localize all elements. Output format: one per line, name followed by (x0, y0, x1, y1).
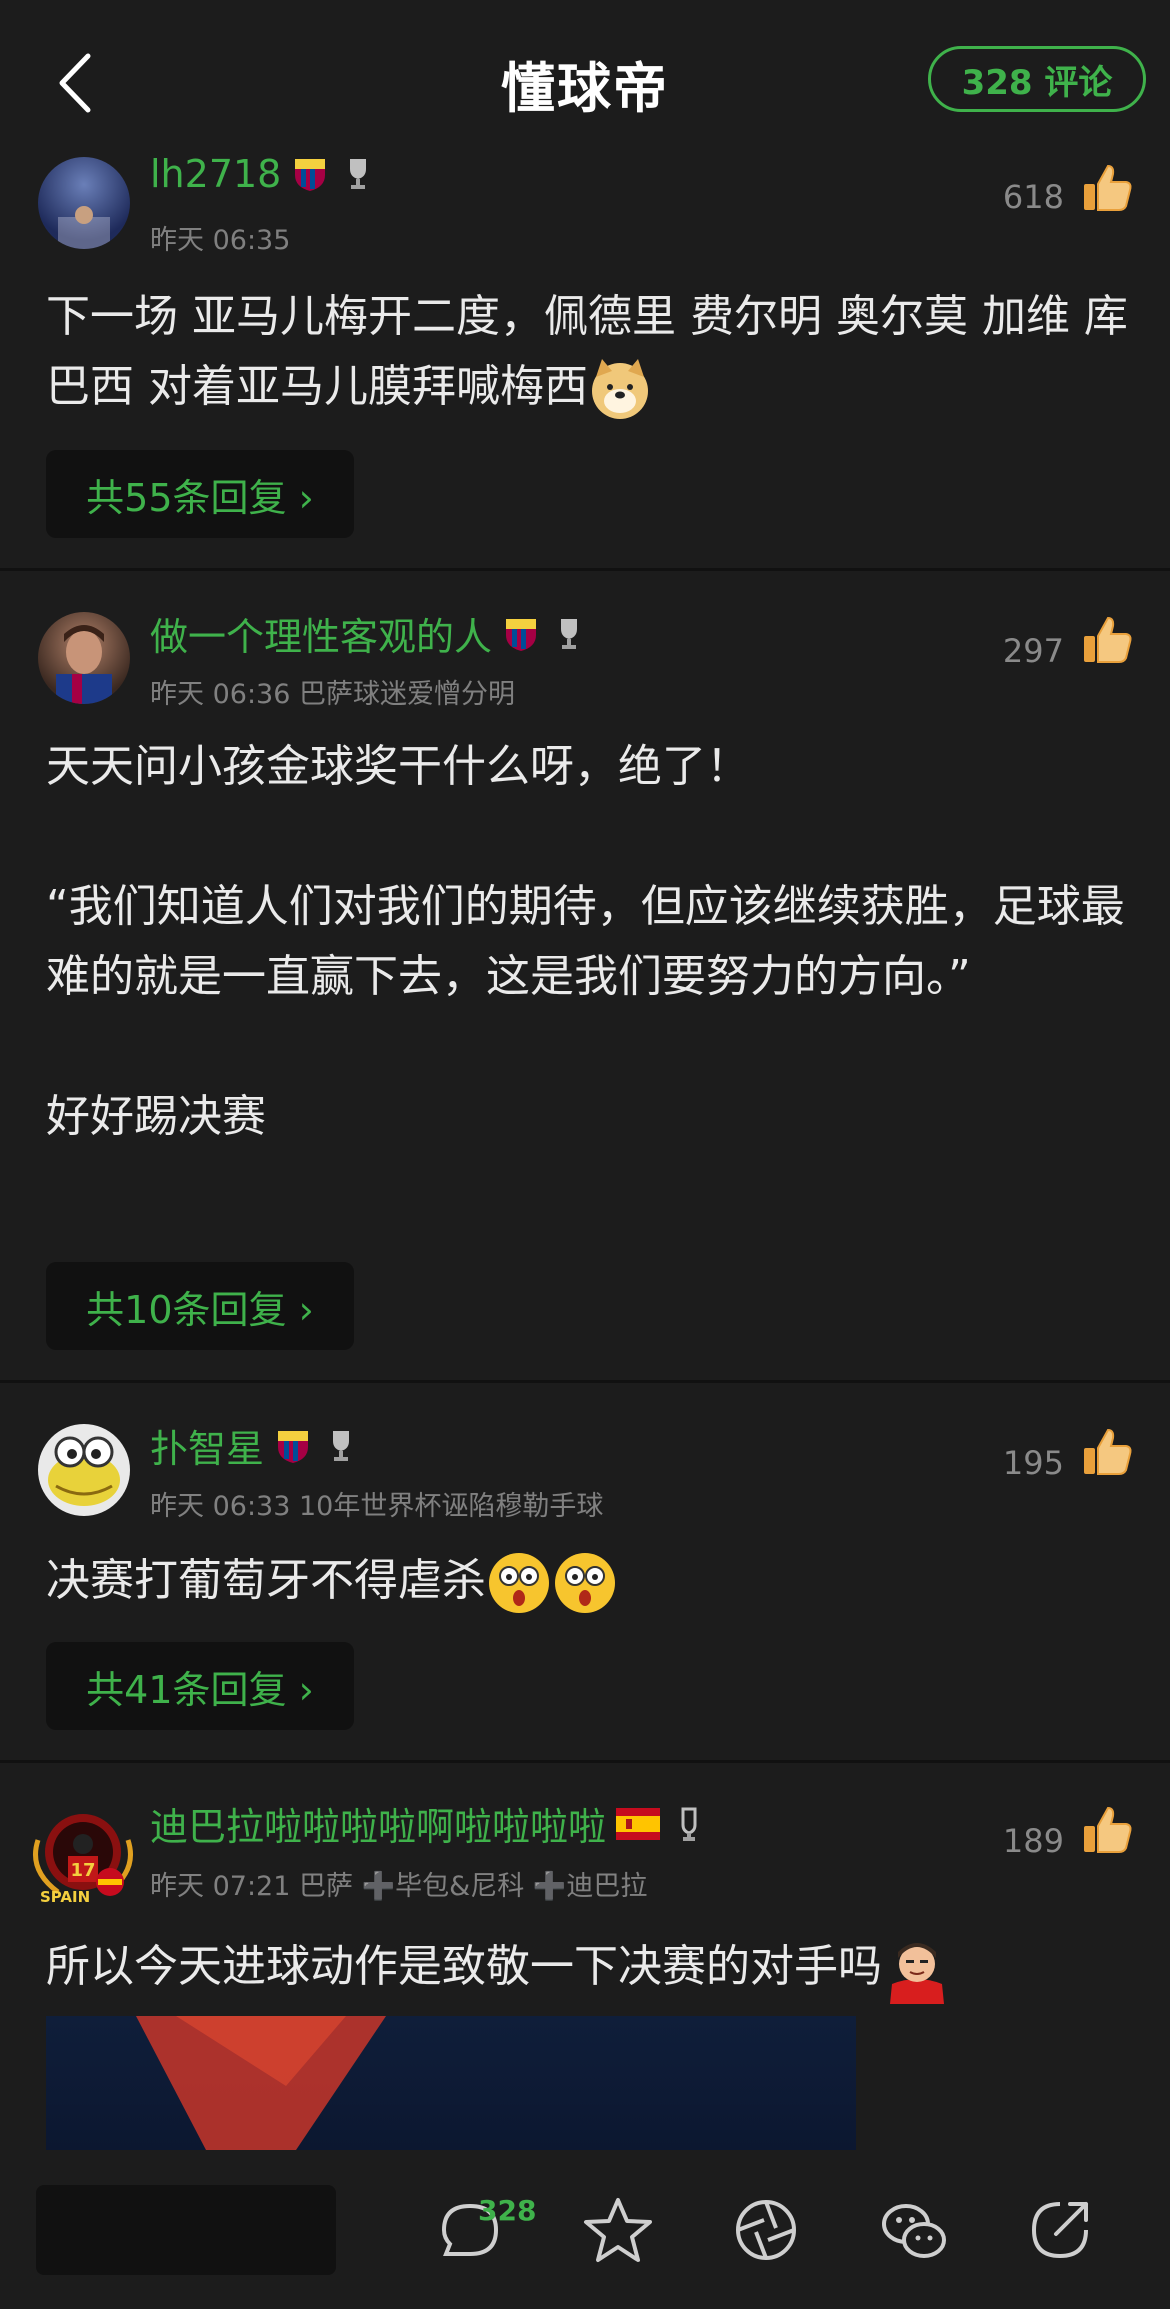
thumbs-up-icon[interactable] (1082, 614, 1134, 666)
view-replies-button[interactable]: 共10条回复 › (46, 1262, 354, 1350)
username-text: 迪巴拉啦啦啦啦啊啦啦啦啦 (150, 1805, 607, 1849)
cartoon-face-emoji-icon (890, 1943, 944, 2004)
comment-time: 昨天 06:36 巴萨球迷爱憎分明 (150, 679, 515, 710)
view-replies-button[interactable]: 共41条回复 › (46, 1642, 354, 1730)
comment-time: 昨天 07:21 巴萨 ➕毕包&尼科 ➕迪巴拉 (150, 1871, 648, 1902)
username-text: lh2718 (150, 152, 282, 196)
divider (0, 568, 1170, 571)
comment-body: 决赛打葡萄牙不得虐杀 (46, 1546, 1150, 1616)
view-replies-button[interactable]: 共55条回复 › (46, 450, 354, 538)
comment-time: 昨天 06:35 (150, 225, 291, 256)
avatar[interactable] (38, 612, 130, 704)
wechat-icon[interactable] (874, 2190, 954, 2270)
comment-input[interactable] (36, 2185, 336, 2275)
euro-trophy-icon (681, 1807, 697, 1841)
doge-emoji-icon (592, 359, 648, 419)
trophy-icon (333, 1430, 350, 1461)
thumbs-up-icon[interactable] (1082, 1804, 1134, 1856)
like-count: 297 (1002, 632, 1064, 670)
username-text: 做一个理性客观的人 (150, 615, 493, 659)
svg-text:17: 17 (70, 1860, 95, 1881)
trophy-icon (350, 159, 367, 189)
comment-count-badge: 328 (478, 2194, 537, 2227)
shutter-icon[interactable] (726, 2190, 806, 2270)
comment-time: 昨天 06:33 10年世界杯诬陷穆勒手球 (150, 1491, 604, 1522)
trophy-icon (561, 618, 578, 649)
username[interactable]: 迪巴拉啦啦啦啦啊啦啦啦啦 (150, 1796, 708, 1851)
username[interactable]: 做一个理性客观的人 (150, 606, 588, 661)
comment-image[interactable] (46, 2016, 856, 2150)
comment-body: 所以今天进球动作是致敬一下决赛的对手吗 (46, 1932, 1150, 2004)
shocked-face-emoji-icon (555, 1553, 615, 1613)
avatar[interactable]: 17 SPAIN (28, 1800, 138, 1910)
divider (0, 1760, 1170, 1763)
like-count: 189 (1002, 1822, 1064, 1860)
star-icon[interactable] (578, 2190, 658, 2270)
like-count: 195 (1002, 1444, 1064, 1482)
bottom-action-bar: 328 (0, 2150, 1170, 2309)
barcelona-badge-icon (506, 618, 537, 651)
like-count: 618 (1002, 178, 1064, 216)
thumbs-up-icon[interactable] (1082, 162, 1134, 214)
username[interactable]: lh2718 (150, 152, 377, 196)
top-nav-bar: 懂球帝 328 评论 (0, 0, 1170, 150)
barcelona-badge-icon (295, 159, 326, 191)
avatar[interactable] (38, 157, 130, 249)
comment-body: 天天问小孩金球奖干什么呀，绝了！ “我们知道人们对我们的期待，但应该继续获胜，足… (46, 741, 1125, 1142)
comment-count-button[interactable]: 328 评论 (928, 46, 1146, 112)
photo-content (136, 2016, 386, 2150)
share-icon[interactable] (1020, 2190, 1100, 2270)
thumbs-up-icon[interactable] (1082, 1426, 1134, 1478)
comment-body: 下一场 亚马儿梅开二度，佩德里 费尔明 奥尔莫 加维 库巴西 对着亚马儿膜拜喊梅… (46, 282, 1150, 422)
barcelona-badge-icon (278, 1430, 309, 1463)
avatar-caption: SPAIN (40, 1888, 91, 1906)
shocked-face-emoji-icon (489, 1553, 549, 1613)
username-text: 扑智星 (150, 1427, 265, 1471)
username[interactable]: 扑智星 (150, 1418, 360, 1473)
divider (0, 1380, 1170, 1383)
avatar[interactable] (38, 1424, 130, 1516)
spain-flag-icon (616, 1807, 661, 1840)
